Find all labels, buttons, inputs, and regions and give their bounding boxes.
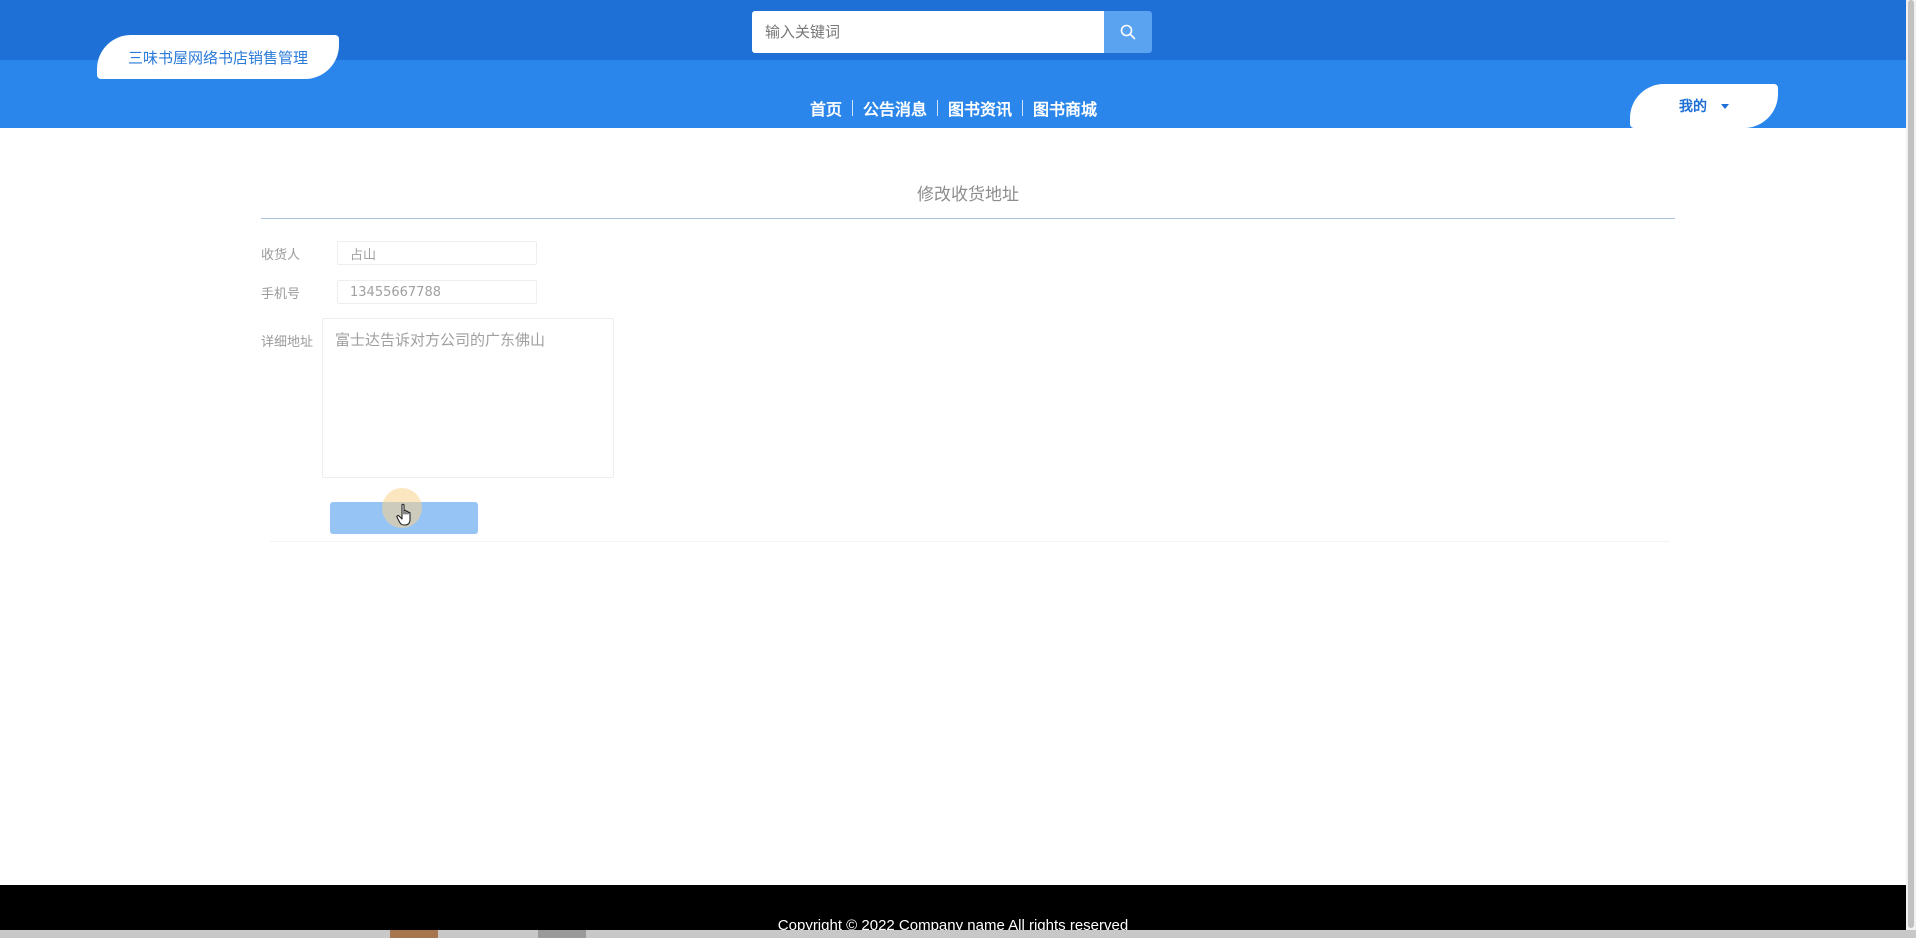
footer: Copyright © 2022 Company name All rights… xyxy=(0,885,1906,934)
search-button[interactable] xyxy=(1104,11,1152,53)
search-icon xyxy=(1120,24,1136,40)
address-value: 富士达告诉对方公司的广东佛山 xyxy=(335,331,546,349)
site-title: 三味书屋网络书店销售管理 xyxy=(127,48,308,67)
page-title: 修改收货地址 xyxy=(917,185,1019,205)
address-textarea[interactable]: 富士达告诉对方公司的广东佛山 xyxy=(322,318,614,478)
caret-down-icon xyxy=(1721,103,1729,109)
nav-item-book-news[interactable]: 图书资讯 xyxy=(938,96,1022,120)
taskbar-item xyxy=(390,930,438,938)
vertical-scrollbar-thumb[interactable] xyxy=(1908,0,1914,928)
address-label: 详细地址 xyxy=(261,335,314,350)
receiver-input[interactable]: 占山 xyxy=(337,241,537,265)
receiver-value: 占山 xyxy=(350,247,377,263)
taskbar-item xyxy=(538,930,586,938)
phone-label: 手机号 xyxy=(261,287,301,302)
site-logo[interactable]: 三味书屋网络书店销售管理 xyxy=(97,35,339,79)
nav-item-announcements[interactable]: 公告消息 xyxy=(853,96,937,120)
hand-pointer-icon xyxy=(396,503,411,526)
user-menu-button[interactable]: 我的 xyxy=(1630,84,1778,128)
nav-item-home[interactable]: 首页 xyxy=(800,96,852,120)
phone-input[interactable]: 13455667788 xyxy=(337,280,537,304)
receiver-label: 收货人 xyxy=(261,248,301,263)
user-menu-label: 我的 xyxy=(1679,99,1707,115)
search-input[interactable] xyxy=(752,11,1104,53)
nav-item-book-mall[interactable]: 图书商城 xyxy=(1023,96,1107,120)
copyright-text: Copyright © 2022 Company name All rights… xyxy=(777,917,1129,934)
title-divider xyxy=(261,218,1675,219)
phone-value: 13455667788 xyxy=(350,284,441,300)
search-box xyxy=(752,11,1152,53)
horizontal-scrollbar[interactable] xyxy=(0,930,1916,938)
main-nav: 首页 公告消息 图书资讯 图书商城 xyxy=(800,96,1107,120)
form-bottom-divider xyxy=(270,541,1670,542)
